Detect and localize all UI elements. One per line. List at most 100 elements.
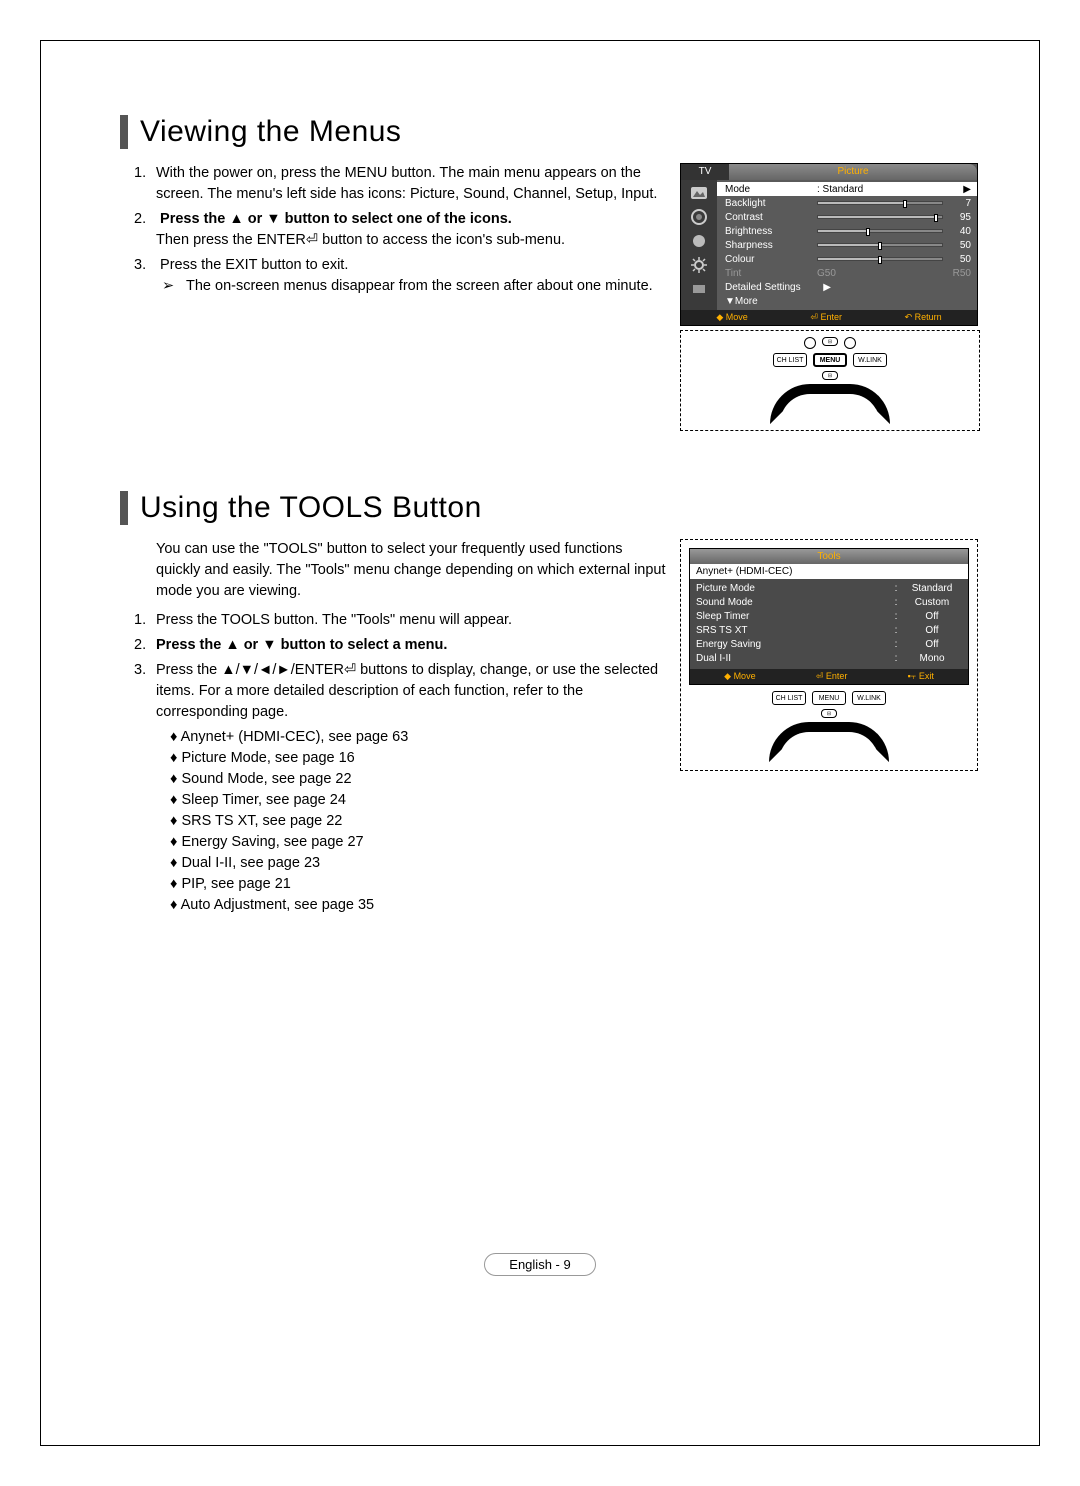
osd2-row-label: Sound Mode — [696, 597, 890, 608]
osd2-row-value: Mono — [902, 653, 962, 664]
osd1-header: Picture — [729, 164, 977, 180]
osd1-row-value: 7 — [947, 198, 971, 209]
page-ref-item: PIP, see page 21 — [170, 874, 666, 895]
osd2-row-value: Off — [902, 639, 962, 650]
osd-picture-menu: TV Picture Mode: Standard▶Backlight7Cont… — [680, 163, 978, 326]
remote-hdmi-pill: ⊟ — [822, 337, 838, 346]
s1-step3: Press the EXIT button to exit. The on-sc… — [156, 255, 666, 297]
osd1-row-label: Sharpness — [725, 240, 813, 251]
remote-small-pill: ⊟ — [821, 709, 837, 718]
s1-step1: With the power on, press the MENU button… — [156, 163, 666, 205]
osd1-row-label: Brightness — [725, 226, 813, 237]
slider-track — [817, 201, 943, 205]
page-ref-item: Picture Mode, see page 16 — [170, 748, 666, 769]
remote-diagram-1: ⊟ CH LIST MENU W.LINK ⊟ TOOLS RETURN — [680, 330, 980, 431]
osd1-row: Contrast95 — [725, 210, 971, 224]
slider-track — [817, 243, 943, 247]
osd2-row: SRS TS XT:Off — [696, 623, 962, 637]
osd2-row-label: SRS TS XT — [696, 625, 890, 636]
remote-dot — [844, 337, 856, 349]
page-footer: English - 9 — [0, 1253, 1080, 1276]
osd2-row: Energy Saving:Off — [696, 637, 962, 651]
s2-step2: Press the ▲ or ▼ button to select a menu… — [156, 635, 666, 656]
remote-dpad[interactable]: TOOLS RETURN — [769, 722, 889, 762]
osd1-row: Mode: Standard▶ — [717, 182, 977, 196]
slider-track — [817, 229, 943, 233]
section1-text: With the power on, press the MENU button… — [120, 163, 666, 301]
s1-step3-note: The on-screen menus disappear from the s… — [156, 276, 666, 297]
osd2-row-label: Sleep Timer — [696, 611, 890, 622]
osd1-rows: Mode: Standard▶Backlight7Contrast95Brigh… — [717, 180, 977, 310]
section1-graphics: TV Picture Mode: Standard▶Backlight7Cont… — [680, 163, 980, 431]
osd2-row-value: Off — [902, 625, 962, 636]
osd1-row: ▼More — [725, 294, 971, 308]
remote-wlink-button[interactable]: W.LINK — [853, 353, 887, 367]
osd-tools-menu: Tools Anynet+ (HDMI-CEC) Picture Mode:St… — [689, 548, 969, 685]
s1-step2: Press the ▲ or ▼ button to select one of… — [156, 209, 666, 251]
page-ref-item: Sound Mode, see page 22 — [170, 769, 666, 790]
remote-menu-button[interactable]: MENU — [812, 691, 846, 705]
page-ref-item: SRS TS XT, see page 22 — [170, 811, 666, 832]
osd2-row-value: Off — [902, 611, 962, 622]
osd1-sidebar-icons — [681, 180, 717, 310]
page-ref-item: Anynet+ (HDMI-CEC), see page 63 — [170, 727, 666, 748]
osd2-row: Sleep Timer:Off — [696, 609, 962, 623]
page-ref-item: Energy Saving, see page 27 — [170, 832, 666, 853]
osd1-row: Colour50 — [725, 252, 971, 266]
osd2-row-label: Picture Mode — [696, 583, 890, 594]
remote-dot — [804, 337, 816, 349]
osd2-row-value: Standard — [902, 583, 962, 594]
osd1-row: TintG50R50 — [725, 266, 971, 280]
input-icon — [689, 279, 709, 299]
arrow-right-icon: ▶ — [957, 184, 971, 195]
s2-page-refs: Anynet+ (HDMI-CEC), see page 63Picture M… — [120, 727, 666, 916]
osd1-row: Detailed Settings ▶ — [725, 280, 971, 294]
osd2-rows: Picture Mode:StandardSound Mode:CustomSl… — [690, 579, 968, 669]
remote-menu-button[interactable]: MENU — [813, 353, 847, 367]
osd1-row-label: Detailed Settings — [725, 282, 813, 293]
osd1-row-value: : Standard — [817, 184, 953, 195]
osd2-row-label: Dual I-II — [696, 653, 890, 664]
remote-dpad[interactable]: TOOLS RETURN — [770, 384, 890, 424]
remote-wlink-button[interactable]: W.LINK — [852, 691, 886, 705]
osd1-row-label: Colour — [725, 254, 813, 265]
s2-intro: You can use the "TOOLS" button to select… — [156, 539, 666, 602]
section-tools-button: Using the TOOLS Button You can use the "… — [120, 491, 980, 916]
page-ref-item: Sleep Timer, see page 24 — [170, 790, 666, 811]
osd1-row-label: ▼More — [725, 296, 813, 307]
osd2-row: Sound Mode:Custom — [696, 595, 962, 609]
s2-step3: Press the ▲/▼/◄/►/ENTER⏎ buttons to disp… — [156, 660, 666, 723]
osd2-selected-row: Anynet+ (HDMI-CEC) — [690, 564, 968, 579]
page-ref-item: Dual I-II, see page 23 — [170, 853, 666, 874]
osd2-footer: ◆ Move ⏎ Enter ▪⫟ Exit — [690, 669, 968, 684]
slider-track — [817, 215, 943, 219]
s2-step1: Press the TOOLS button. The "Tools" menu… — [156, 610, 666, 631]
osd2-row-value: Custom — [902, 597, 962, 608]
channel-icon — [689, 231, 709, 251]
osd1-row: Brightness 40 — [725, 224, 971, 238]
page-content: Viewing the Menus With the power on, pre… — [0, 0, 1080, 916]
remote-diagram-2: CH LIST MENU W.LINK ⊟ TOOLS RETURN — [689, 691, 969, 762]
slider-track — [817, 257, 943, 261]
osd1-tv-label: TV — [681, 164, 729, 180]
osd-tools-wrap: Tools Anynet+ (HDMI-CEC) Picture Mode:St… — [680, 539, 978, 771]
osd1-row-value: 95 — [947, 212, 971, 223]
osd2-row: Picture Mode:Standard — [696, 581, 962, 595]
remote-chlist-button[interactable]: CH LIST — [772, 691, 806, 705]
sound-icon — [689, 207, 709, 227]
section2-text: You can use the "TOOLS" button to select… — [120, 539, 666, 916]
heading-tools-button: Using the TOOLS Button — [120, 491, 980, 525]
page-number: English - 9 — [484, 1253, 595, 1276]
osd2-title: Tools — [690, 549, 968, 564]
osd1-row-value: 50 — [947, 240, 971, 251]
setup-icon — [689, 255, 709, 275]
osd1-row-value: 40 — [947, 226, 971, 237]
arrow-right-icon: ▶ — [817, 282, 831, 293]
picture-icon — [689, 183, 709, 203]
osd2-row-label: Energy Saving — [696, 639, 890, 650]
remote-small-pill: ⊟ — [822, 371, 838, 380]
remote-chlist-button[interactable]: CH LIST — [773, 353, 807, 367]
osd1-row-label: Tint — [725, 268, 813, 279]
osd1-row: Backlight7 — [725, 196, 971, 210]
section2-graphics: Tools Anynet+ (HDMI-CEC) Picture Mode:St… — [680, 539, 980, 771]
